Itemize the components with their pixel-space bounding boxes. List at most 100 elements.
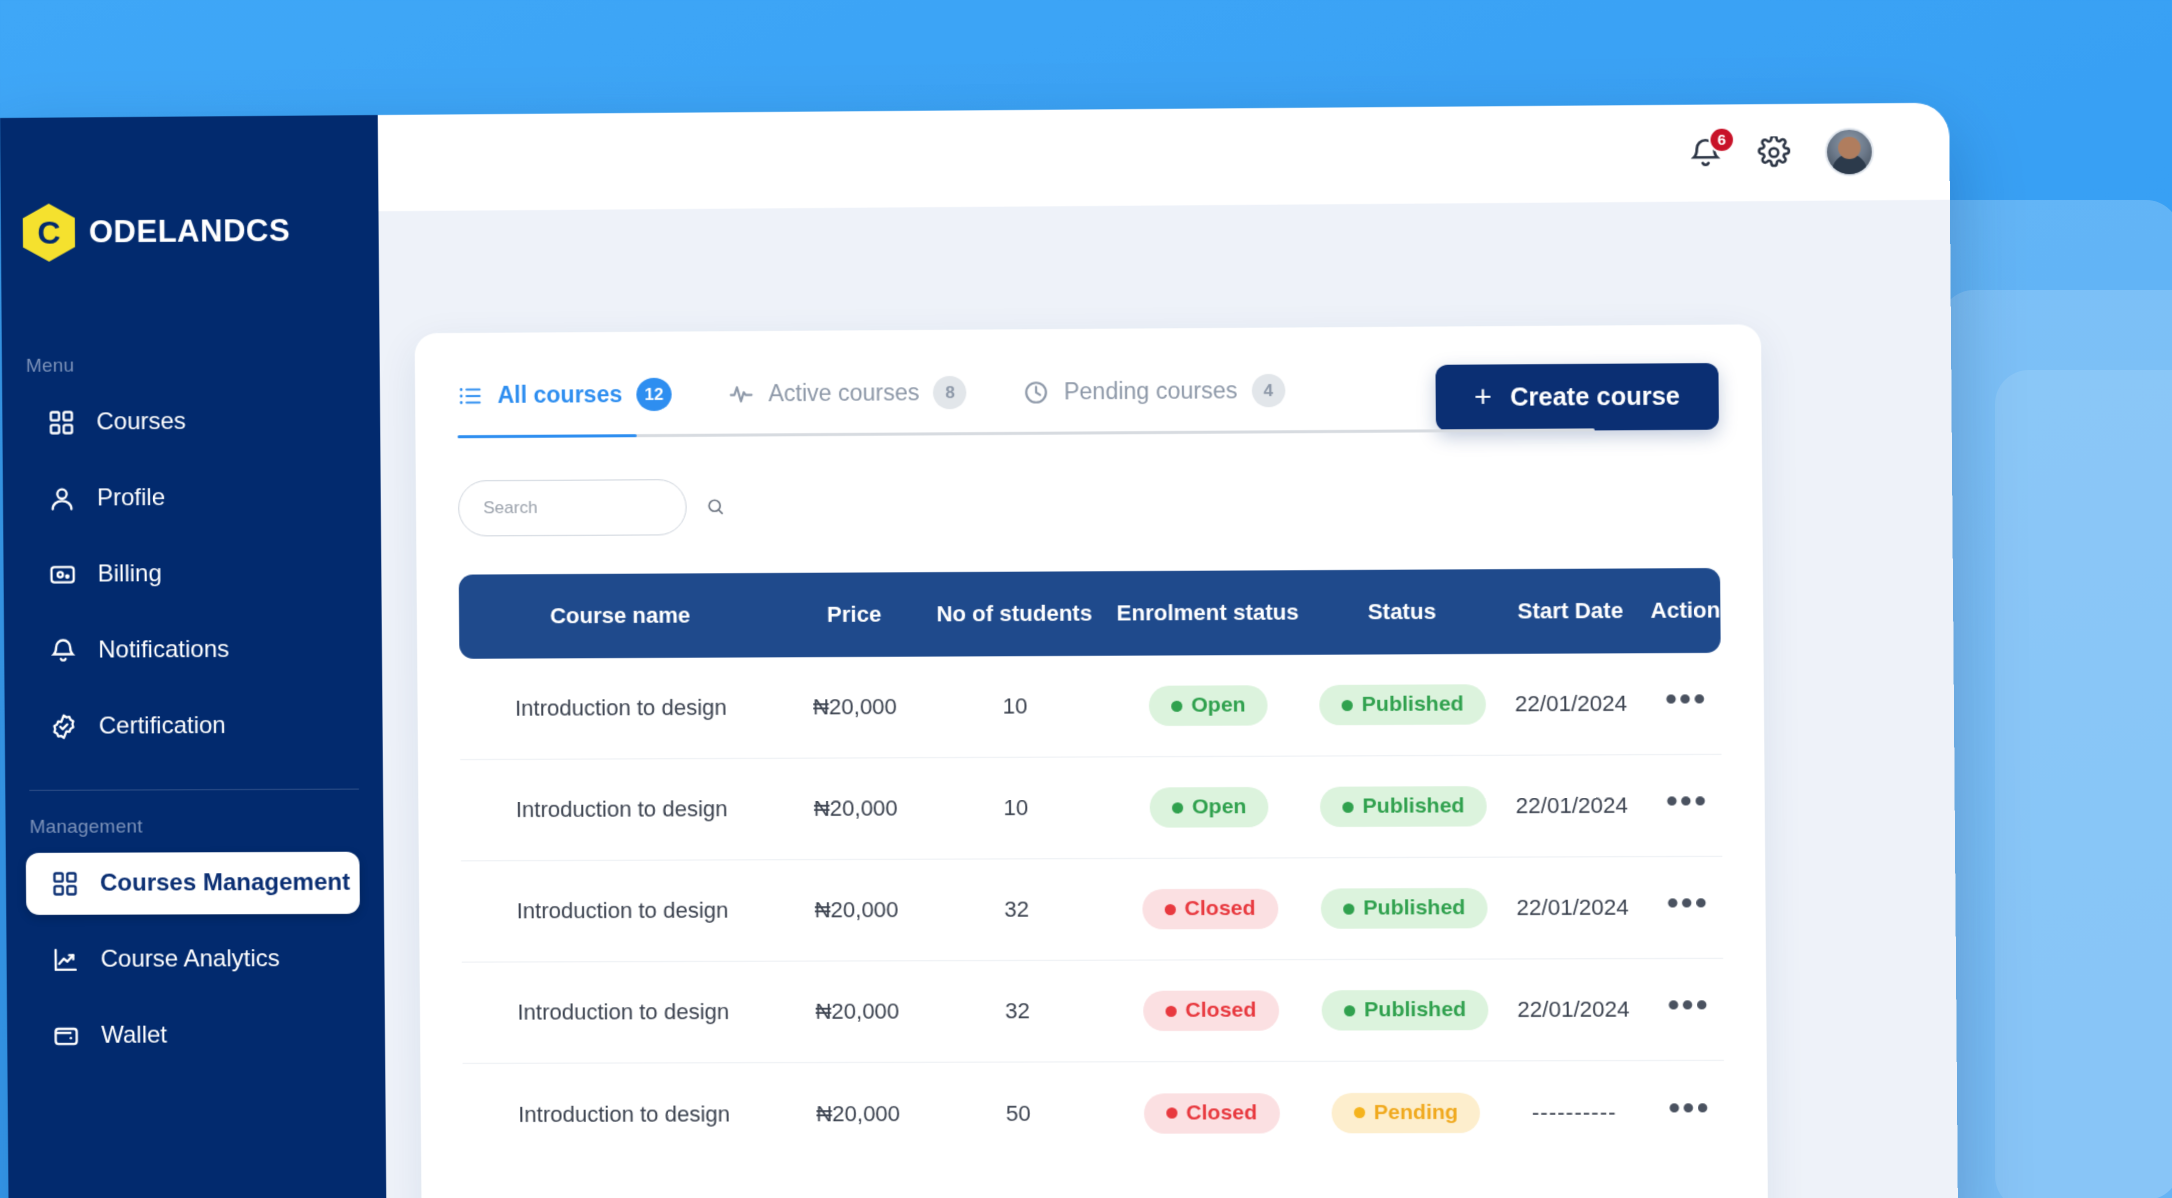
column-header-status[interactable]: Status — [1313, 569, 1491, 655]
sidebar-item-courses-management[interactable]: Courses Management — [25, 851, 360, 915]
enrolment-badge-label: Closed — [1185, 998, 1257, 1022]
gear-icon — [1757, 136, 1790, 169]
column-header-action[interactable]: Action — [1650, 568, 1721, 654]
sidebar-item-label: Notifications — [98, 635, 230, 664]
sidebar-item-label: Course Analytics — [100, 945, 280, 973]
column-header-start-date[interactable]: Start Date — [1489, 568, 1651, 654]
cell-action: ••• — [1652, 856, 1724, 960]
cell-students: 10 — [927, 655, 1103, 759]
sidebar: C ODELANDCS Menu Courses Profile Billing… — [0, 115, 387, 1198]
sidebar-item-billing[interactable]: Billing — [23, 542, 357, 606]
status-dot-icon — [1342, 801, 1354, 813]
cell-status: Published — [1316, 959, 1494, 1062]
courses-table: Course name Price No of students Enrolme… — [458, 568, 1725, 1165]
table-row[interactable]: Introduction to design ₦20,000 32 Closed… — [460, 856, 1724, 963]
activity-icon — [728, 381, 754, 407]
sidebar-item-label: Courses Management — [99, 868, 351, 897]
settings-button[interactable] — [1757, 136, 1790, 169]
brand-logo: C ODELANDCS — [0, 115, 379, 262]
cell-start-date: 22/01/2024 — [1491, 755, 1653, 858]
cell-action: ••• — [1653, 958, 1724, 1062]
table-header-row: Course name Price No of students Enrolme… — [458, 568, 1721, 659]
avatar[interactable] — [1824, 127, 1875, 177]
tab-pending-courses[interactable]: Pending courses 4 — [1023, 373, 1286, 435]
ghost-card-2 — [1940, 290, 2172, 1198]
search-icon[interactable] — [706, 497, 726, 517]
cell-start-date: 22/01/2024 — [1490, 653, 1652, 756]
status-dot-icon — [1343, 903, 1355, 915]
sidebar-item-wallet[interactable]: Wallet — [27, 1004, 361, 1067]
cell-price: ₦20,000 — [781, 656, 929, 759]
sidebar-item-label: Certification — [98, 712, 226, 740]
card-icon — [47, 560, 77, 590]
sidebar-item-notifications[interactable]: Notifications — [24, 618, 358, 682]
panel-toolbar: All courses 12 Active courses 8 Pending … — [457, 363, 1719, 438]
list-icon — [457, 382, 483, 408]
tab-label: Pending courses — [1063, 377, 1238, 405]
courses-panel: All courses 12 Active courses 8 Pending … — [414, 324, 1769, 1198]
column-header-enrolment-status[interactable]: Enrolment status — [1101, 570, 1315, 656]
status-badge: Published — [1321, 989, 1489, 1031]
column-header-course-name[interactable]: Course name — [458, 572, 782, 659]
tab-count-badge: 12 — [636, 377, 672, 412]
status-dot-icon — [1170, 700, 1183, 712]
row-actions-button[interactable]: ••• — [1666, 884, 1709, 923]
cell-students: 32 — [928, 859, 1105, 962]
create-course-label: Create course — [1510, 381, 1681, 412]
cell-students: 32 — [929, 960, 1106, 1063]
cell-course-name: Introduction to design — [461, 961, 786, 1064]
status-badge: Published — [1320, 887, 1488, 929]
table-body: Introduction to design ₦20,000 10 Open P… — [459, 652, 1725, 1165]
tab-all-courses[interactable]: All courses 12 — [457, 377, 672, 439]
tab-count-badge: 4 — [1251, 373, 1286, 408]
search-box[interactable] — [457, 479, 687, 537]
cell-status: Published — [1315, 857, 1493, 961]
status-badge: Published — [1319, 786, 1488, 828]
row-actions-button[interactable]: ••• — [1665, 680, 1708, 719]
table-row[interactable]: Introduction to design ₦20,000 10 Open P… — [460, 754, 1723, 862]
cell-start-date: 22/01/2024 — [1492, 857, 1654, 960]
cell-action: ••• — [1654, 1061, 1725, 1163]
bell-icon — [1688, 157, 1723, 174]
cell-status: Published — [1314, 755, 1493, 859]
cell-enrolment-status: Open — [1102, 756, 1316, 860]
row-actions-button[interactable]: ••• — [1666, 782, 1709, 821]
sidebar-item-label: Courses — [96, 407, 187, 436]
sidebar-item-courses[interactable]: Courses — [22, 390, 356, 454]
column-header-no-of-students[interactable]: No of students — [926, 571, 1102, 657]
status-dot-icon — [1165, 1107, 1178, 1119]
sidebar-section-management: Management — [29, 816, 143, 838]
notification-badge: 6 — [1708, 126, 1736, 154]
tab-active-indicator — [457, 434, 637, 439]
status-dot-icon — [1353, 1107, 1365, 1119]
hexagon-logo-icon: C — [23, 203, 75, 261]
create-course-button[interactable]: + Create course — [1435, 363, 1719, 432]
tab-active-courses[interactable]: Active courses 8 — [728, 375, 967, 437]
sidebar-item-profile[interactable]: Profile — [23, 466, 357, 530]
cell-course-name: Introduction to design — [459, 657, 783, 761]
enrolment-badge-label: Open — [1191, 693, 1246, 717]
status-dot-icon — [1343, 1004, 1356, 1016]
table-row[interactable]: Introduction to design ₦20,000 10 Open P… — [459, 652, 1722, 761]
brand-mark: C — [37, 214, 61, 251]
status-badge-label: Pending — [1373, 1100, 1459, 1124]
row-actions-button[interactable]: ••• — [1667, 986, 1710, 1024]
cell-course-name: Introduction to design — [518, 1100, 731, 1127]
cell-action: ••• — [1651, 754, 1723, 858]
enrolment-badge-label: Open — [1191, 795, 1247, 819]
status-badge-label: Published — [1363, 896, 1466, 920]
sidebar-item-label: Wallet — [101, 1021, 168, 1049]
search-input[interactable] — [483, 497, 706, 519]
notifications-button[interactable]: 6 — [1688, 126, 1736, 174]
sidebar-item-course-analytics[interactable]: Course Analytics — [26, 928, 360, 991]
status-dot-icon — [1164, 903, 1176, 915]
brand-name: ODELANDCS — [88, 212, 291, 250]
table-row[interactable]: Introduction to design ₦20,000 32 Closed… — [461, 958, 1724, 1064]
cell-price: ₦20,000 — [783, 859, 930, 962]
status-badge: Published — [1318, 684, 1487, 726]
tab-label: Active courses — [768, 379, 920, 407]
sidebar-item-certification[interactable]: Certification — [25, 694, 359, 758]
table-row[interactable]: Introduction to design ₦20,000 50 Closed… — [463, 1061, 1725, 1165]
column-header-price[interactable]: Price — [781, 572, 928, 658]
row-actions-button[interactable]: ••• — [1668, 1089, 1711, 1127]
